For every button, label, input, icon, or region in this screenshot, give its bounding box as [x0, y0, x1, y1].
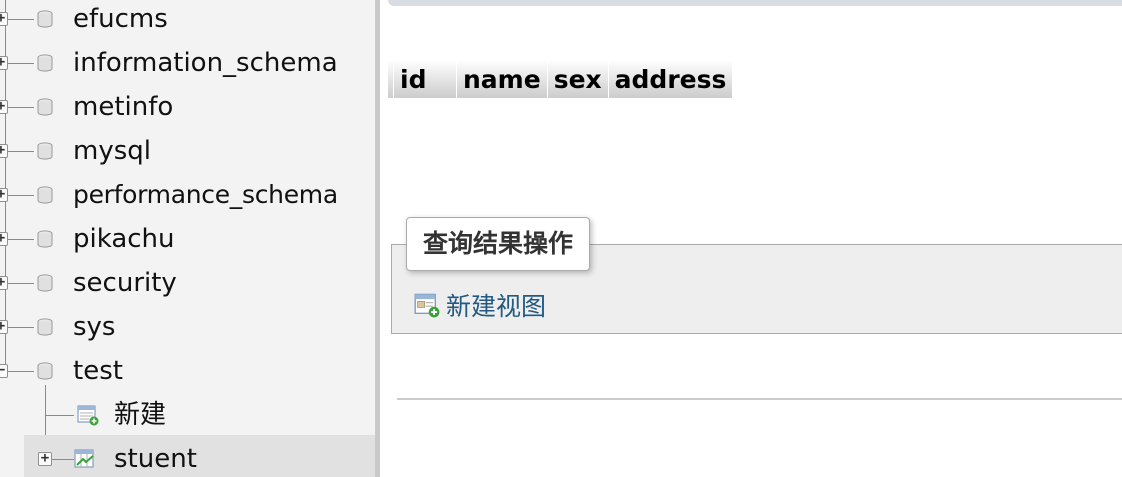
db-label[interactable]: security [73, 268, 177, 298]
expand-icon[interactable]: + [0, 143, 8, 158]
db-label[interactable]: sys [73, 312, 115, 342]
db-node-mysql[interactable]: + mysql [0, 129, 375, 173]
db-node-test[interactable]: − test [0, 349, 375, 393]
expand-icon[interactable]: + [0, 187, 8, 202]
result-table: id name sex address [388, 60, 734, 98]
database-icon [37, 230, 53, 248]
database-icon [37, 142, 53, 160]
tree-item-stuent[interactable]: + stuent [24, 435, 375, 477]
database-icon [37, 186, 53, 204]
column-header-sex[interactable]: sex [547, 60, 609, 98]
tree-item-new-table[interactable]: 新建 [0, 393, 375, 437]
db-label[interactable]: performance_schema [73, 180, 338, 210]
operations-legend: 查询结果操作 [406, 217, 591, 271]
db-node-metinfo[interactable]: + metinfo [0, 85, 375, 129]
create-view-icon [414, 293, 440, 318]
collapse-icon[interactable]: − [0, 363, 8, 378]
db-node-performance-schema[interactable]: + performance_schema [0, 173, 375, 217]
db-label[interactable]: pikachu [73, 224, 175, 254]
expand-icon[interactable]: + [0, 99, 8, 114]
db-label[interactable]: mysql [73, 136, 151, 166]
db-node-sys[interactable]: + sys [0, 305, 375, 349]
db-node-efucms[interactable]: + efucms [0, 0, 375, 41]
create-view-link[interactable]: 新建视图 [414, 288, 546, 322]
expand-icon[interactable]: + [0, 11, 8, 26]
database-icon [37, 98, 53, 116]
db-node-pikachu[interactable]: + pikachu [0, 217, 375, 261]
top-toolbar-edge [388, 0, 1122, 6]
database-icon [37, 362, 53, 380]
tree-item-label[interactable]: 新建 [114, 400, 166, 430]
database-icon [37, 318, 53, 336]
database-icon [37, 274, 53, 292]
db-node-security[interactable]: + security [0, 261, 375, 305]
table-header-row: id name sex address [388, 60, 734, 98]
db-label[interactable]: efucms [73, 4, 168, 34]
db-node-information-schema[interactable]: + information_schema [0, 41, 375, 85]
column-header-id[interactable]: id [393, 60, 457, 98]
db-label[interactable]: test [73, 356, 123, 386]
database-icon [37, 10, 53, 28]
create-view-label[interactable]: 新建视图 [446, 287, 546, 323]
navigation-tree: + efucms + information_schema + metinfo … [0, 0, 375, 477]
expand-icon[interactable]: + [0, 319, 8, 334]
database-icon [37, 54, 53, 72]
section-divider [397, 398, 1122, 400]
new-table-icon [77, 405, 99, 426]
column-header-address[interactable]: address [608, 60, 734, 98]
expand-icon[interactable]: + [0, 275, 8, 290]
db-label[interactable]: metinfo [73, 92, 173, 122]
expand-icon[interactable]: + [0, 55, 8, 70]
table-icon [74, 449, 94, 468]
db-label[interactable]: information_schema [73, 48, 338, 78]
expand-icon[interactable]: + [0, 231, 8, 246]
panel-splitter[interactable] [375, 0, 380, 477]
tree-item-label[interactable]: stuent [114, 444, 197, 474]
column-header-name[interactable]: name [456, 60, 548, 98]
expand-icon[interactable]: + [38, 451, 52, 466]
